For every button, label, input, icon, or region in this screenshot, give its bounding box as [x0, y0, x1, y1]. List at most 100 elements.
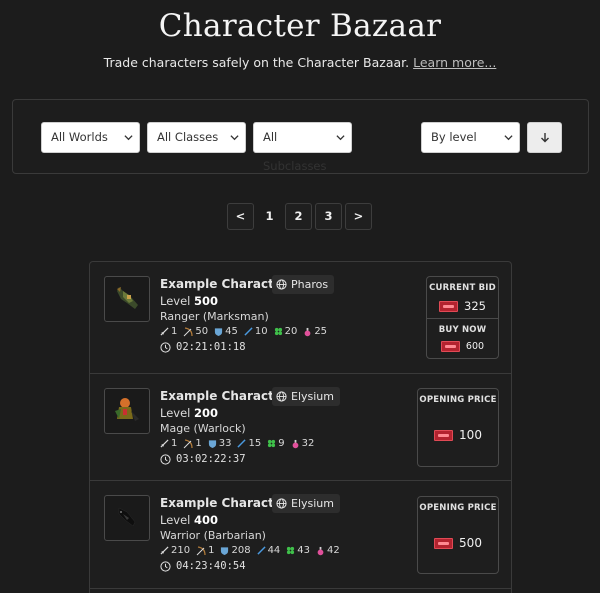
skill-potion: 32: [291, 438, 315, 449]
potion-icon: [304, 327, 311, 336]
class-select-value: All Classes: [157, 130, 219, 144]
learn-more-link[interactable]: Learn more...: [413, 55, 496, 70]
skill-list: 1 50 45 10 20 25: [160, 326, 330, 337]
coin-icon: [434, 429, 454, 441]
current-bid-label: CURRENT BID: [429, 283, 496, 293]
opening-price-box[interactable]: OPENING PRICE 500: [417, 496, 499, 574]
skill-bow: 1: [196, 545, 214, 556]
skill-potion: 25: [303, 326, 327, 337]
skill-shield: 33: [208, 438, 232, 449]
character-avatar: [104, 495, 150, 541]
time-left: 04:23:40:54: [176, 560, 246, 572]
bow-icon: [196, 545, 206, 555]
opening-price-label: OPENING PRICE: [419, 395, 497, 405]
skill-value: 32: [301, 438, 315, 449]
skill-value: 45: [225, 326, 238, 337]
page-button-3[interactable]: 3: [315, 203, 342, 230]
character-vocation: Mage (Warlock): [160, 422, 246, 435]
potion-icon: [317, 546, 324, 555]
skill-value: 1: [195, 438, 202, 449]
clover-icon: [287, 546, 295, 555]
clover-icon: [274, 327, 282, 336]
wand-icon: [237, 439, 247, 448]
character-name[interactable]: Example Character: [160, 496, 288, 510]
skill-value: 42: [327, 545, 340, 556]
skill-value: 44: [267, 545, 281, 556]
shield-icon: [221, 546, 229, 555]
clover-icon: [268, 439, 276, 448]
prev-page-button[interactable]: <: [227, 203, 254, 230]
character-level: Level 500: [160, 294, 218, 308]
character-avatar: [104, 388, 150, 434]
auction-card[interactable]: Example Character Elysium Level 200 Mage…: [90, 374, 511, 481]
auction-timer: 03:02:22:37: [160, 453, 246, 465]
sword-icon: [160, 327, 169, 336]
world-badge: Pharos: [272, 275, 335, 294]
skill-shield: 45: [214, 326, 238, 337]
skill-wand: 10: [244, 326, 268, 337]
character-level: Level 200: [160, 406, 218, 420]
time-left: 03:02:22:37: [176, 453, 246, 465]
skill-value: 33: [218, 438, 232, 449]
skill-wand: 44: [256, 545, 281, 556]
next-page-button[interactable]: >: [345, 203, 372, 230]
skill-value: 9: [278, 438, 285, 449]
wand-icon: [244, 327, 253, 336]
opening-price: 500: [418, 536, 498, 550]
sort-direction-button[interactable]: [527, 122, 562, 153]
skill-clover: 9: [267, 438, 285, 449]
ranger-sprite-icon: [117, 287, 138, 309]
character-name[interactable]: Example Character: [160, 389, 288, 403]
skill-sword: 1: [160, 326, 177, 337]
sort-select[interactable]: By level: [421, 122, 520, 153]
skill-value: 50: [195, 326, 209, 337]
character-vocation: Ranger (Marksman): [160, 310, 269, 323]
class-select[interactable]: All Classes: [147, 122, 246, 153]
level-label: Level: [160, 513, 191, 527]
world-name: Elysium: [291, 390, 334, 403]
skill-bow: 1: [183, 438, 202, 449]
world-select[interactable]: All Worlds: [41, 122, 140, 153]
buy-now-value: 600: [465, 341, 485, 352]
level-value: 400: [194, 513, 219, 527]
arrow-down-icon: [540, 133, 549, 143]
time-left: 02:21:01:18: [176, 341, 246, 353]
buy-now-label: BUY NOW: [438, 325, 487, 335]
opening-price-value: 500: [459, 536, 482, 550]
level-label: Level: [160, 294, 191, 308]
character-name[interactable]: Example Character: [160, 277, 288, 291]
auction-timer: 02:21:01:18: [160, 341, 246, 353]
coin-icon: [434, 537, 454, 549]
bow-icon: [184, 326, 194, 336]
page-subtitle: Trade characters safely on the Character…: [0, 55, 600, 70]
skill-value: 15: [248, 438, 262, 449]
level-value: 200: [194, 406, 219, 420]
skill-sword: 1: [160, 438, 177, 449]
bid-box[interactable]: CURRENT BID 325 BUY NOW 600: [426, 276, 499, 359]
skill-value: 10: [254, 326, 268, 337]
character-vocation: Warrior (Barbarian): [160, 529, 266, 542]
current-bid-value: 325: [464, 299, 486, 313]
subclass-select[interactable]: All Subclasses: [253, 122, 352, 173]
page-button-1[interactable]: 1: [256, 203, 283, 230]
shield-icon: [208, 439, 216, 448]
subtitle-text: Trade characters safely on the Character…: [103, 55, 410, 70]
world-name: Pharos: [291, 278, 329, 291]
skill-value: 25: [314, 326, 328, 337]
filter-bar: All Worlds All Classes All Subclasses By…: [12, 99, 589, 174]
level-label: Level: [160, 406, 191, 420]
auction-card[interactable]: Example Character Elysium Level 400 Warr…: [90, 481, 511, 589]
wand-icon: [256, 546, 266, 555]
coin-icon: [440, 341, 460, 352]
buy-now-price: 600: [427, 341, 498, 352]
auction-card[interactable]: Example Character Pharos Level 500 Range…: [90, 262, 511, 374]
opening-price-box[interactable]: OPENING PRICE 100: [417, 388, 499, 467]
page-button-2[interactable]: 2: [285, 203, 312, 230]
coin-icon: [439, 300, 459, 312]
level-value: 500: [194, 294, 219, 308]
pagination: < 1 2 3 >: [0, 203, 600, 230]
chevron-down-icon: [230, 135, 239, 141]
world-badge: Elysium: [272, 494, 340, 513]
character-level: Level 400: [160, 513, 218, 527]
skill-shield: 208: [220, 545, 251, 556]
